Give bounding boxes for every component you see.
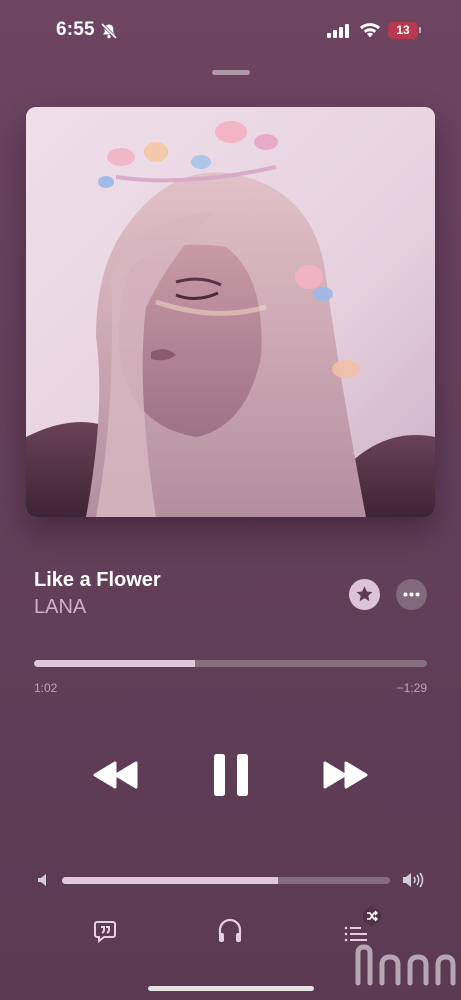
battery-terminal [419, 27, 421, 33]
fast-forward-icon[interactable] [321, 759, 369, 791]
bell-slash-icon [100, 23, 118, 39]
sheet-grabber[interactable] [212, 70, 250, 75]
playback-progress-slider[interactable] [34, 660, 427, 667]
elapsed-time: 1:02 [34, 681, 58, 695]
queue-button[interactable] [341, 906, 387, 946]
lyrics-icon[interactable] [93, 919, 117, 943]
ellipsis-icon [403, 592, 420, 597]
song-title: Like a Flower [34, 569, 161, 591]
watermark-logo [355, 944, 456, 986]
volume-low-icon [38, 874, 46, 886]
album-artwork [26, 107, 435, 517]
remaining-time: −1:29 [396, 681, 427, 695]
queue-shuffle-icon [344, 907, 381, 942]
volume-high-icon [403, 872, 424, 888]
home-indicator[interactable] [148, 986, 314, 991]
status-bar: 6:55 13 [0, 0, 461, 60]
more-options-button[interactable] [396, 579, 427, 610]
cellular-signal-icon [327, 24, 349, 38]
pause-icon[interactable] [212, 753, 250, 797]
wifi-icon [360, 23, 380, 38]
favorite-button[interactable] [349, 579, 380, 610]
volume-slider[interactable] [62, 877, 390, 884]
battery-icon: 13 [388, 22, 418, 39]
airpods-icon[interactable] [217, 918, 243, 944]
progress-fill [34, 660, 196, 667]
artist-name[interactable]: LANA [34, 596, 86, 619]
status-time: 6:55 [56, 19, 95, 40]
rewind-icon[interactable] [92, 759, 140, 791]
volume-fill [62, 877, 279, 884]
star-icon [356, 586, 373, 602]
